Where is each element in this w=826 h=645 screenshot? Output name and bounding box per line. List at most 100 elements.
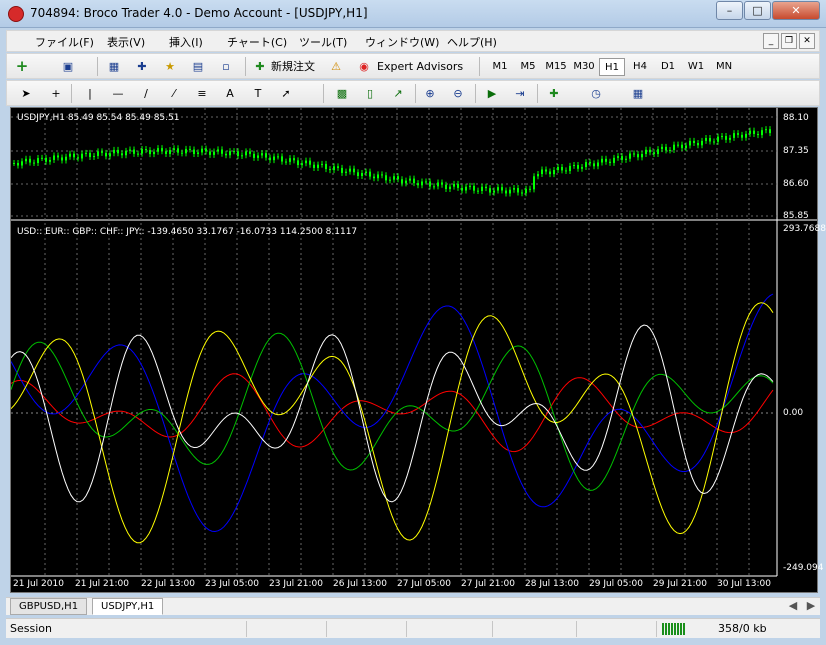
maximize-button[interactable]: □ (744, 1, 771, 20)
candle-body (617, 156, 619, 158)
status-bar: Session 358/0 kb (6, 618, 820, 638)
new-order-button[interactable]: 新規注文 (271, 57, 315, 76)
cursor-icon[interactable]: ➤ (17, 84, 35, 103)
chart-shift-icon[interactable]: ⇥ (511, 84, 529, 103)
candle-body (417, 183, 419, 186)
candle-body (477, 190, 479, 192)
candle-body (429, 181, 431, 187)
timeframe-mn[interactable]: MN (711, 58, 737, 76)
candle-body (489, 188, 491, 193)
candle-body (365, 171, 367, 174)
new-chart-icon[interactable]: + (13, 57, 31, 76)
candle-body (613, 157, 615, 163)
line-chart-icon[interactable]: ↗ (389, 84, 407, 103)
autoscroll-icon[interactable]: ▶ (483, 84, 501, 103)
candle-body (93, 155, 95, 158)
candle-body (757, 133, 759, 136)
timeframe-w1[interactable]: W1 (683, 58, 709, 76)
timeframe-m5[interactable]: M5 (515, 58, 541, 76)
candlestick-icon[interactable]: ▯ (361, 84, 379, 103)
data-window-icon[interactable]: ★ (161, 57, 179, 76)
time-label: 23 Jul 05:00 (205, 579, 259, 589)
child-close-button[interactable]: ✕ (799, 33, 815, 49)
candle-body (441, 182, 443, 185)
candle-body (689, 140, 691, 146)
templates-icon[interactable]: ▦ (629, 84, 647, 103)
candle-body (173, 148, 175, 151)
timeframe-d1[interactable]: D1 (655, 58, 681, 76)
zoom-in-icon[interactable]: ⊕ (421, 84, 439, 103)
candle-body (473, 185, 475, 191)
expert-advisors-button[interactable]: Expert Advisors (377, 57, 463, 76)
timeframe-m15[interactable]: M15 (543, 58, 569, 76)
vertical-line-icon[interactable]: | (81, 84, 99, 103)
trendline-icon[interactable]: ∕ (137, 84, 155, 103)
crosshair-icon[interactable]: + (47, 84, 65, 103)
warning-icon[interactable]: ⚠ (327, 57, 345, 76)
drawing-toolbar: ➤ + | — ∕ ⁄ ≡ A T ➚ ▩ ▯ ↗ ⊕ ⊖ ▶ ⇥ ✚ ◷ ▦ (6, 80, 820, 106)
chart-tabs-bar: GBPUSD,H1 USDJPY,H1 ◀ ▶ (6, 597, 820, 615)
text-tool-icon[interactable]: A (221, 84, 239, 103)
arrows-icon[interactable]: ➚ (277, 84, 295, 103)
bar-chart-icon[interactable]: ▩ (333, 84, 351, 103)
candle-body (61, 157, 63, 161)
candle-body (721, 136, 723, 138)
candle-body (273, 156, 275, 161)
text-label-icon[interactable]: T (249, 84, 267, 103)
strategy-tester-icon[interactable]: ▫ (217, 57, 235, 76)
menu-help[interactable]: ヘルプ(H) (447, 34, 497, 50)
expert-advisors-icon[interactable]: ◉ (355, 57, 373, 76)
periods-icon[interactable]: ◷ (587, 84, 605, 103)
candle-body (409, 178, 411, 181)
candle-body (201, 148, 203, 153)
terminal-icon[interactable]: ▤ (189, 57, 207, 76)
indicators-icon[interactable]: ✚ (545, 84, 563, 103)
minimize-button[interactable]: – (716, 1, 743, 20)
candle-body (481, 186, 483, 191)
candle-body (529, 188, 531, 190)
candle-body (225, 153, 227, 156)
menu-tools[interactable]: ツール(T) (299, 34, 347, 50)
candle-body (605, 158, 607, 162)
menu-insert[interactable]: 挿入(I) (169, 34, 203, 50)
menu-chart[interactable]: チャート(C) (227, 34, 287, 50)
candle-body (321, 163, 323, 165)
tab-gbpusd[interactable]: GBPUSD,H1 (10, 598, 88, 615)
child-restore-button[interactable]: ❐ (781, 33, 797, 49)
timeframe-h4[interactable]: H4 (627, 58, 653, 76)
crosshair-navigator-icon[interactable]: ✚ (133, 57, 151, 76)
new-order-icon[interactable]: ✚ (251, 57, 269, 76)
tab-usdjpy[interactable]: USDJPY,H1 (92, 598, 164, 615)
candle-body (733, 133, 735, 138)
zoom-out-icon[interactable]: ⊖ (449, 84, 467, 103)
horizontal-line-icon[interactable]: — (109, 84, 127, 103)
timeframe-m30[interactable]: M30 (571, 58, 597, 76)
candle-body (749, 130, 751, 134)
close-button[interactable]: ✕ (772, 1, 820, 20)
timeframe-m1[interactable]: M1 (487, 58, 513, 76)
toolbar-divider (537, 84, 538, 103)
timeframe-h1[interactable]: H1 (599, 58, 625, 76)
child-minimize-button[interactable]: _ (763, 33, 779, 49)
candle-body (209, 151, 211, 155)
scroll-left-icon[interactable]: ◀ (784, 596, 802, 615)
candle-body (393, 176, 395, 180)
fibonacci-icon[interactable]: ≡ (193, 84, 211, 103)
candle-body (153, 151, 155, 155)
profiles-icon[interactable]: ▣ (59, 57, 77, 76)
chart-window[interactable]: USDJPY,H1 85.49 85.54 85.49 85.51 USD:: … (10, 107, 826, 593)
market-watch-icon[interactable]: ▦ (105, 57, 123, 76)
candle-body (581, 167, 583, 169)
scroll-right-icon[interactable]: ▶ (802, 596, 820, 615)
menu-window[interactable]: ウィンドウ(W) (365, 34, 439, 50)
menu-file[interactable]: ファイル(F) (35, 34, 94, 50)
menu-view[interactable]: 表示(V) (107, 34, 145, 50)
equidistant-channel-icon[interactable]: ⁄ (165, 84, 183, 103)
candle-body (645, 149, 647, 154)
candle-body (289, 158, 291, 162)
candle-body (649, 149, 651, 153)
chart-canvas[interactable] (11, 108, 817, 592)
candle-body (137, 153, 139, 155)
candle-body (641, 153, 643, 158)
indicator-scale-label: 293.7688 (783, 224, 826, 234)
